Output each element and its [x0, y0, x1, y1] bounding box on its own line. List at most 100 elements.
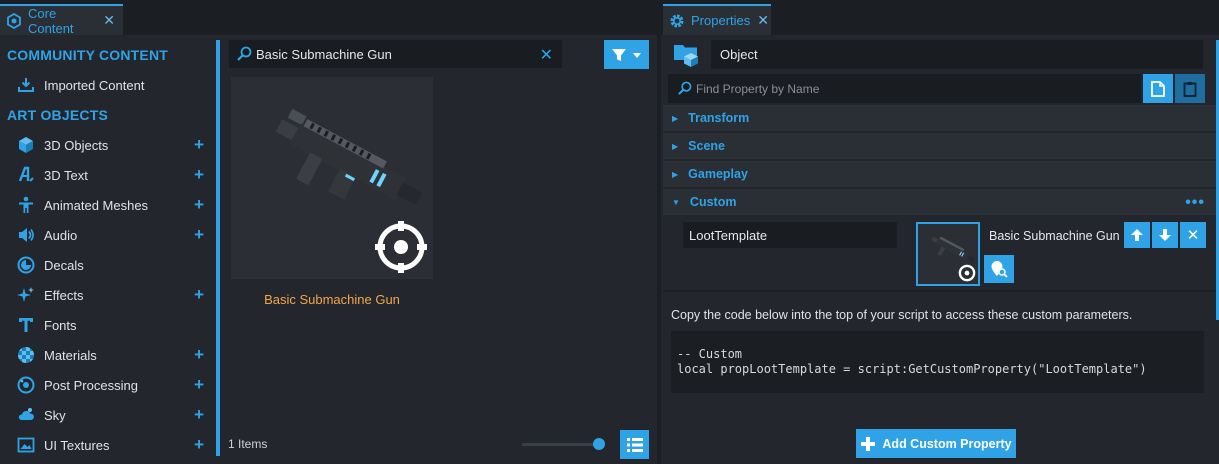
sidebar-item-label: 3D Text	[44, 167, 88, 183]
chevron-right-icon: ▶	[672, 141, 679, 151]
tab-core-content-label: Core Content	[28, 5, 74, 36]
move-up-button[interactable]	[1124, 222, 1150, 248]
section-scene[interactable]: ▶ Scene	[663, 133, 1219, 159]
copy-properties-button[interactable]	[1143, 74, 1173, 103]
sidebar-item-label: Animated Meshes	[44, 197, 149, 213]
asset-reference-thumbnail[interactable]	[916, 222, 980, 286]
custom-property-name-field[interactable]: LootTemplate	[683, 222, 897, 248]
locate-asset-button[interactable]	[984, 255, 1014, 283]
close-icon[interactable]: ✕	[103, 12, 115, 29]
chevron-down-icon: ▼	[672, 197, 680, 207]
sidebar-item-sky[interactable]: Sky +	[0, 400, 214, 430]
sidebar-item-effects[interactable]: Effects +	[0, 280, 214, 310]
chevron-right-icon: ▶	[672, 169, 679, 179]
object-folder-icon	[673, 41, 701, 69]
sidebar-item-animated-meshes[interactable]: Animated Meshes +	[0, 190, 214, 220]
sidebar-item-label: Decals	[44, 257, 84, 273]
content-search-input[interactable]: Basic Submachine Gun ✕	[229, 40, 562, 68]
sidebar-item-label: Sky	[44, 407, 66, 423]
close-icon[interactable]: ✕	[757, 12, 769, 29]
import-icon	[16, 75, 36, 95]
zoom-slider-track[interactable]	[522, 443, 600, 446]
code-copy-hint: Copy the code below into the top of your…	[671, 308, 1133, 322]
tab-properties[interactable]: Properties ✕	[663, 4, 771, 35]
font-icon	[16, 315, 36, 335]
zoom-slider-handle[interactable]	[593, 438, 605, 450]
content-item-tile[interactable]	[231, 77, 433, 279]
properties-tabbar: Properties ✕	[661, 0, 1219, 35]
sidebar-item-imported-content[interactable]: Imported Content	[0, 70, 214, 100]
asset-reference-name: Basic Submachine Gun	[989, 229, 1120, 243]
sidebar-item-materials[interactable]: Materials +	[0, 340, 214, 370]
3d-text-icon	[16, 165, 36, 185]
sky-icon	[16, 405, 36, 425]
section-label: Gameplay	[688, 167, 748, 181]
crosshair-icon	[958, 264, 976, 282]
sparkle-icon	[16, 285, 36, 305]
sidebar-item-decals[interactable]: Decals	[0, 250, 214, 280]
core-content-panel: Core Content ✕ COMMUNITY CONTENT Importe…	[0, 0, 657, 464]
add-icon[interactable]: +	[194, 136, 204, 153]
add-custom-property-label: Add Custom Property	[882, 436, 1012, 451]
add-icon[interactable]: +	[194, 376, 204, 393]
section-transform[interactable]: ▶ Transform	[663, 105, 1219, 131]
more-options-icon[interactable]: •••	[1185, 194, 1205, 212]
move-down-button[interactable]	[1152, 222, 1178, 248]
sidebar-item-3d-text[interactable]: 3D Text +	[0, 160, 214, 190]
clear-search-icon[interactable]: ✕	[540, 45, 553, 65]
search-icon	[677, 81, 692, 96]
sidebar-item-post-processing[interactable]: Post Processing +	[0, 370, 214, 400]
filter-icon	[611, 47, 627, 63]
sidebar-item-label: Effects	[44, 287, 84, 303]
add-icon[interactable]: +	[194, 436, 204, 453]
add-icon[interactable]: +	[194, 286, 204, 303]
core-content-tabbar: Core Content ✕	[0, 0, 657, 36]
sidebar-item-label: Audio	[44, 227, 78, 243]
sidebar-item-fonts[interactable]: Fonts	[0, 310, 214, 340]
submachine-gun-thumbnail	[931, 236, 976, 282]
filter-button[interactable]	[604, 40, 649, 69]
search-value: Basic Submachine Gun	[256, 46, 392, 62]
code-line: local propLootTemplate = script:GetCusto…	[677, 361, 1147, 376]
find-property-input[interactable]: Find Property by Name	[668, 74, 1141, 103]
find-property-placeholder: Find Property by Name	[696, 81, 820, 96]
sidebar-item-3d-objects[interactable]: 3D Objects +	[0, 130, 214, 160]
clipboard-icon	[1183, 81, 1197, 97]
object-name-field[interactable]: Object	[711, 40, 1203, 69]
tab-core-content[interactable]: Core Content ✕	[0, 4, 123, 36]
add-icon[interactable]: +	[194, 196, 204, 213]
sidebar-item-audio[interactable]: Audio +	[0, 220, 214, 250]
search-icon	[236, 46, 252, 62]
image-icon	[16, 435, 36, 455]
section-gameplay[interactable]: ▶ Gameplay	[663, 161, 1219, 187]
checker-ball-icon	[16, 345, 36, 365]
submachine-gun-thumbnail	[275, 108, 427, 273]
add-icon[interactable]: +	[194, 166, 204, 183]
paste-properties-button[interactable]	[1175, 74, 1205, 103]
list-view-button[interactable]	[620, 430, 649, 459]
decal-icon	[16, 255, 36, 275]
section-custom[interactable]: ▼ Custom •••	[663, 189, 1219, 215]
divider	[663, 290, 1219, 292]
arrow-up-icon	[1130, 228, 1144, 242]
sidebar-scrollbar[interactable]	[216, 40, 220, 456]
art-objects-header[interactable]: ART OBJECTS	[0, 100, 214, 130]
content-item-label[interactable]: Basic Submachine Gun	[231, 292, 433, 307]
remove-property-button[interactable]: ✕	[1180, 222, 1206, 248]
items-count: 1 Items	[228, 437, 268, 451]
sidebar-item-label: UI Textures	[44, 437, 110, 453]
code-snippet[interactable]: -- Custom local propLootTemplate = scrip…	[671, 331, 1204, 393]
tab-properties-label: Properties	[691, 13, 751, 28]
add-icon[interactable]: +	[194, 346, 204, 363]
sidebar-item-ui-textures[interactable]: UI Textures +	[0, 430, 214, 460]
document-icon	[1151, 80, 1165, 97]
community-content-header[interactable]: COMMUNITY CONTENT	[0, 40, 214, 70]
add-icon[interactable]: +	[194, 226, 204, 243]
add-icon[interactable]: +	[194, 406, 204, 423]
speaker-icon	[16, 225, 36, 245]
crosshair-icon	[375, 221, 427, 273]
person-icon	[16, 195, 36, 215]
code-line: -- Custom	[677, 347, 743, 361]
sidebar-item-label: Materials	[44, 347, 97, 363]
add-custom-property-button[interactable]: Add Custom Property	[856, 429, 1016, 458]
